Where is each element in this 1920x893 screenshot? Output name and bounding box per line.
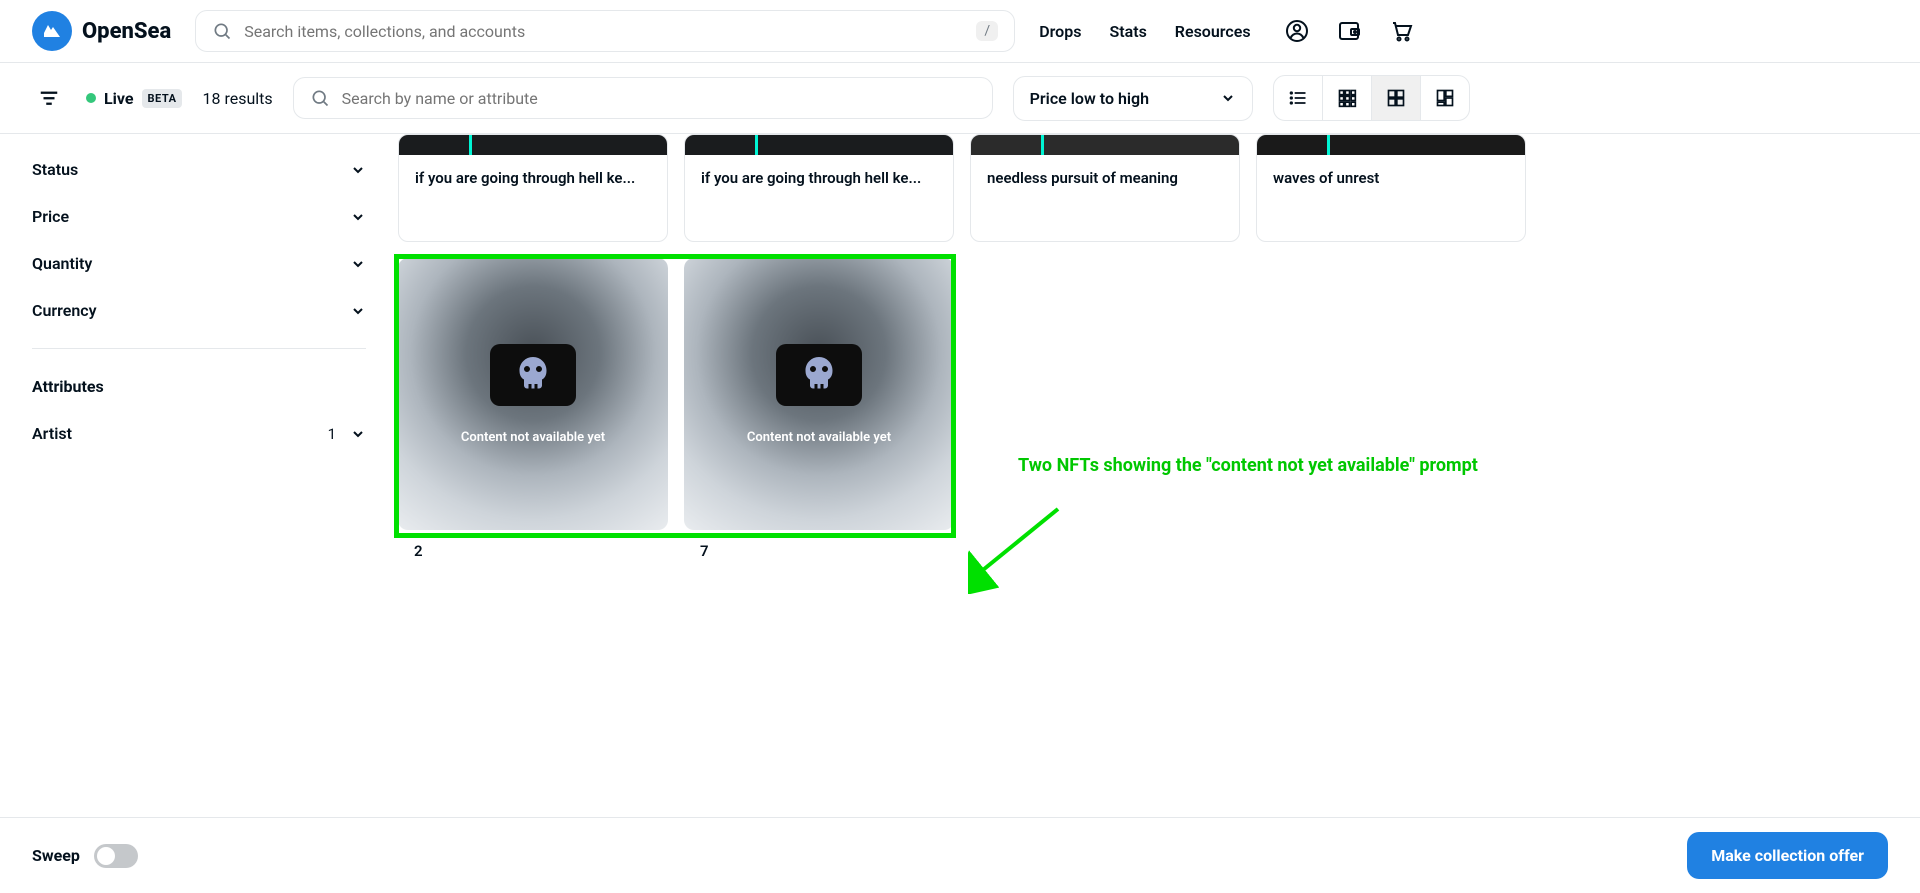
results-count: 18 results <box>202 89 272 108</box>
annotation-arrow-icon <box>968 504 1068 594</box>
sort-label: Price low to high <box>1030 89 1149 108</box>
filter-currency[interactable]: Currency <box>32 287 366 334</box>
nft-placeholder: Content not available yet <box>398 258 668 530</box>
attribute-search[interactable] <box>293 77 993 119</box>
nav-resources[interactable]: Resources <box>1175 22 1251 41</box>
nft-grid: if you are going through hell ke... if y… <box>398 134 1920 640</box>
nft-card[interactable]: if you are going through hell ke... <box>398 134 668 242</box>
nft-title: 2 <box>414 542 652 560</box>
nav-icons <box>1285 19 1413 43</box>
skull-icon <box>490 344 576 406</box>
view-grid-large-button[interactable] <box>1372 76 1421 120</box>
opensea-logo-icon <box>32 11 72 51</box>
filter-quantity[interactable]: Quantity <box>32 240 366 287</box>
card-row: Content not available yet 2 Content not … <box>398 258 1888 600</box>
sidebar-divider <box>32 348 366 349</box>
footer-bar: Sweep Make collection offer <box>0 817 1920 893</box>
nav-stats[interactable]: Stats <box>1109 22 1146 41</box>
chevron-down-icon <box>350 256 366 272</box>
nft-thumbnail <box>971 135 1239 155</box>
placeholder-text: Content not available yet <box>461 430 605 445</box>
nft-title: if you are going through hell ke... <box>415 169 651 187</box>
sweep-toggle[interactable] <box>94 844 138 868</box>
view-masonry-button[interactable] <box>1421 76 1469 120</box>
search-kbd-hint: / <box>976 21 998 41</box>
view-mode-group <box>1273 75 1470 121</box>
nft-card[interactable]: needless pursuit of meaning <box>970 134 1240 242</box>
filter-toggle-icon[interactable] <box>32 81 66 115</box>
filter-sidebar: Status Price Quantity Currency Attribute… <box>0 134 398 640</box>
make-offer-button[interactable]: Make collection offer <box>1687 832 1888 879</box>
sort-dropdown[interactable]: Price low to high <box>1013 76 1253 121</box>
nft-thumbnail <box>1257 135 1525 155</box>
search-icon <box>310 88 330 108</box>
beta-badge: BETA <box>142 89 183 108</box>
live-label: Live <box>104 89 134 108</box>
brand-name: OpenSea <box>82 19 171 44</box>
filter-price[interactable]: Price <box>32 193 366 240</box>
nft-title: needless pursuit of meaning <box>987 169 1223 187</box>
live-indicator: Live BETA <box>86 89 182 108</box>
nav-drops[interactable]: Drops <box>1039 22 1081 41</box>
attributes-heading: Attributes <box>32 363 366 410</box>
chevron-down-icon <box>350 426 366 442</box>
artist-count: 1 <box>328 425 336 443</box>
chevron-down-icon <box>1220 90 1236 106</box>
annotation: Two NFTs showing the "content not yet av… <box>1018 454 1478 478</box>
nft-card[interactable]: Content not available yet 2 <box>398 258 668 600</box>
attribute-search-input[interactable] <box>342 89 976 108</box>
nft-card[interactable]: if you are going through hell ke... <box>684 134 954 242</box>
nft-title: waves of unrest <box>1273 169 1509 187</box>
placeholder-text: Content not available yet <box>747 430 891 445</box>
filter-status[interactable]: Status <box>32 146 366 193</box>
view-grid-small-button[interactable] <box>1323 76 1372 120</box>
global-search[interactable]: / <box>195 10 1015 52</box>
search-icon <box>212 21 232 41</box>
nft-title: 7 <box>700 542 938 560</box>
collection-toolbar: Live BETA 18 results Price low to high <box>0 63 1920 134</box>
chevron-down-icon <box>350 209 366 225</box>
sweep-control: Sweep <box>32 844 138 868</box>
nft-placeholder: Content not available yet <box>684 258 954 530</box>
chevron-down-icon <box>350 303 366 319</box>
card-row: if you are going through hell ke... if y… <box>398 134 1888 242</box>
view-list-button[interactable] <box>1274 76 1323 120</box>
sweep-label: Sweep <box>32 846 80 865</box>
top-nav: OpenSea / Drops Stats Resources <box>0 0 1920 63</box>
nft-card[interactable]: waves of unrest <box>1256 134 1526 242</box>
nft-title: if you are going through hell ke... <box>701 169 937 187</box>
skull-icon <box>776 344 862 406</box>
global-search-input[interactable] <box>244 22 964 41</box>
nft-card[interactable]: Content not available yet 7 <box>684 258 954 600</box>
chevron-down-icon <box>350 162 366 178</box>
nft-thumbnail <box>685 135 953 155</box>
live-dot-icon <box>86 93 96 103</box>
nft-thumbnail <box>399 135 667 155</box>
annotation-text: Two NFTs showing the "content not yet av… <box>1018 454 1478 478</box>
nav-links: Drops Stats Resources <box>1039 22 1250 41</box>
logo[interactable]: OpenSea <box>32 11 171 51</box>
account-icon[interactable] <box>1285 19 1309 43</box>
filter-artist[interactable]: Artist 1 <box>32 410 366 457</box>
cart-icon[interactable] <box>1389 19 1413 43</box>
wallet-icon[interactable] <box>1337 19 1361 43</box>
